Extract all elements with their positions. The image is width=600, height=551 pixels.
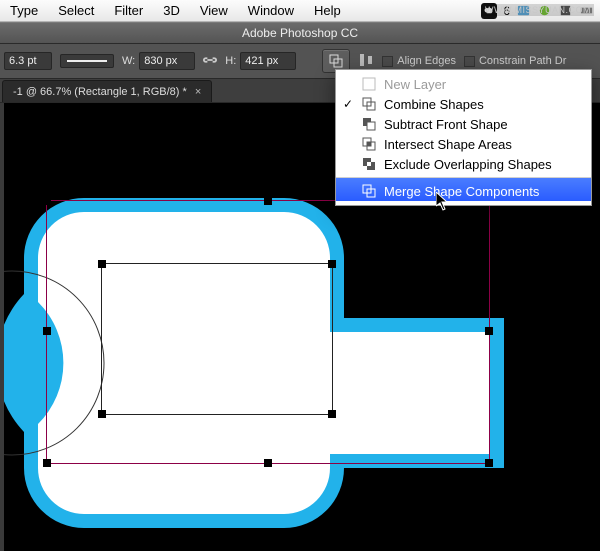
height-label: H: [225,55,236,67]
selection-handle[interactable] [265,198,271,204]
width-input[interactable] [139,52,195,70]
constrain-label: Constrain Path Dr [479,55,566,67]
check-icon: ✓ [342,97,354,111]
menu-item-label: New Layer [384,77,446,92]
menu-help[interactable]: Help [304,3,351,18]
selection-handle[interactable] [44,198,50,204]
menu-item-label: Intersect Shape Areas [384,137,512,152]
document-tab[interactable]: -1 @ 66.7% (Rectangle 1, RGB/8) * × [2,80,212,102]
height-input[interactable] [240,52,296,70]
selection-handle[interactable] [486,328,492,334]
menu-item-new-layer: New Layer [336,74,591,94]
system-menubar: Type Select Filter 3D View Window Help 6… [0,0,600,22]
path-anchor[interactable] [99,411,105,417]
app-title: Adobe Photoshop CC [242,26,358,40]
menu-select[interactable]: Select [48,3,104,18]
menu-item-label: Subtract Front Shape [384,117,508,132]
align-edges-label: Align Edges [397,55,456,67]
menu-view[interactable]: View [190,3,238,18]
path-anchor[interactable] [329,261,335,267]
align-edges-checkbox[interactable]: Align Edges [382,55,456,67]
menu-item-exclude-overlapping-shapes[interactable]: Exclude Overlapping Shapes [336,154,591,174]
menu-item-label: Exclude Overlapping Shapes [384,157,552,172]
document-tab-title: -1 @ 66.7% (Rectangle 1, RGB/8) * [13,86,187,98]
selection-handle[interactable] [486,460,492,466]
menu-item-label: Combine Shapes [384,97,484,112]
width-label: W: [122,55,135,67]
selection-handle[interactable] [44,460,50,466]
selection-handle[interactable] [44,328,50,334]
constrain-checkbox[interactable]: Constrain Path Dr [464,55,566,67]
menu-type[interactable]: Type [0,3,48,18]
inner-rect-path [101,263,333,415]
link-wh-icon[interactable] [203,53,217,70]
menu-item-combine-shapes[interactable]: ✓ Combine Shapes [336,94,591,114]
menu-item-intersect-shape-areas[interactable]: Intersect Shape Areas [336,134,591,154]
menu-item-label: Merge Shape Components [384,184,539,199]
path-anchor[interactable] [329,411,335,417]
stroke-width-input[interactable] [4,52,52,70]
path-anchor[interactable] [99,261,105,267]
stroke-style-dropdown[interactable] [60,54,114,68]
menu-item-subtract-front-shape[interactable]: Subtract Front Shape [336,114,591,134]
path-operations-menu: New Layer ✓ Combine Shapes Subtract Fron… [335,69,592,206]
path-align-button[interactable] [358,52,374,71]
menu-window[interactable]: Window [238,3,304,18]
menu-filter[interactable]: Filter [104,3,153,18]
menu-3d[interactable]: 3D [153,3,190,18]
watermark: WWW.MISSYUAN.COM [482,4,594,16]
close-tab-icon[interactable]: × [195,86,201,98]
app-titlebar: Adobe Photoshop CC [0,22,600,44]
menu-item-merge-shape-components[interactable]: Merge Shape Components [336,177,591,201]
selection-handle[interactable] [265,460,271,466]
